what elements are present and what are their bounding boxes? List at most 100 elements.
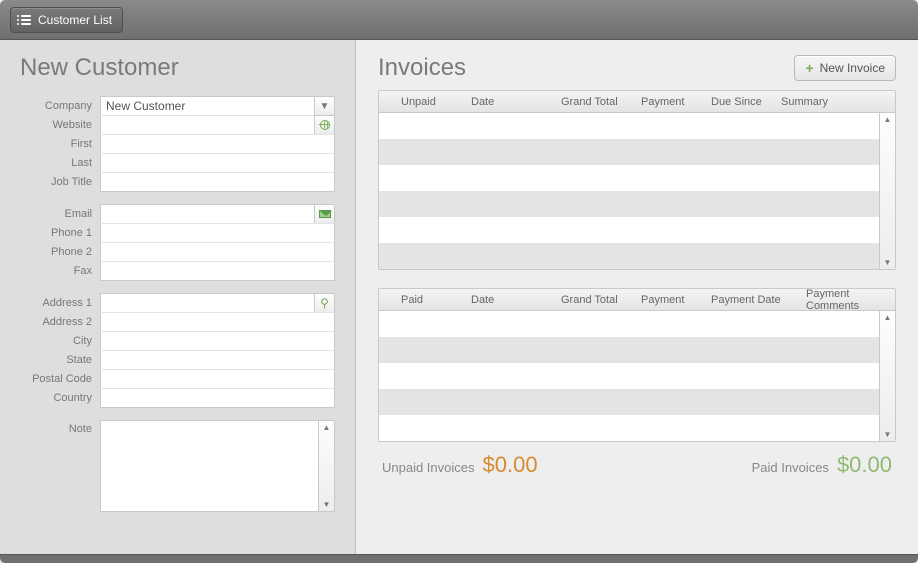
col-paymentdate[interactable]: Payment Date [707,294,802,306]
note-scrollbar[interactable]: ▲ ▼ [319,420,335,512]
table-row[interactable] [379,191,879,217]
postal-input[interactable] [100,369,335,389]
company-label: Company [20,100,100,112]
col-duesince[interactable]: Due Since [707,96,777,108]
paid-table-body: ▲ ▼ [379,311,895,441]
col-paymentcomments[interactable]: Payment Comments [802,288,895,312]
list-icon [21,15,31,25]
phone1-input[interactable] [100,223,335,243]
note-group: Note ▲ ▼ [20,420,335,512]
paid-total-label: Paid Invoices [752,460,829,475]
unpaid-total-label: Unpaid Invoices [382,460,475,475]
website-label: Website [20,119,100,131]
plus-icon: + [805,61,813,75]
chevron-down-icon: ▼ [320,101,330,112]
unpaid-table-header: Unpaid Date Grand Total Payment Due Sinc… [379,91,895,113]
scroll-up-icon[interactable]: ▲ [323,423,331,432]
invoices-title: Invoices [378,54,466,82]
new-invoice-button[interactable]: + New Invoice [794,55,896,81]
table-row[interactable] [379,139,879,165]
contact-group: Email Phone 1 Phone 2 Fax [20,204,335,281]
country-input[interactable] [100,388,335,408]
globe-icon [320,120,330,130]
address2-label: Address 2 [20,316,100,328]
col-grandtotal-paid[interactable]: Grand Total [557,294,637,306]
paid-table: Paid Date Grand Total Payment Payment Da… [378,288,896,442]
customer-list-button[interactable]: Customer List [10,7,123,33]
unpaid-rows[interactable] [379,113,879,269]
scroll-up-icon[interactable]: ▲ [884,115,892,124]
company-input[interactable] [100,96,315,116]
address1-input[interactable] [100,293,315,313]
email-send-button[interactable] [315,204,335,224]
website-input[interactable] [100,115,315,135]
paid-scrollbar[interactable]: ▲ ▼ [879,311,895,441]
address1-label: Address 1 [20,297,100,309]
paid-table-header: Paid Date Grand Total Payment Payment Da… [379,289,895,311]
phone1-label: Phone 1 [20,227,100,239]
top-toolbar: Customer List [0,0,918,40]
company-dropdown-button[interactable]: ▼ [315,96,335,116]
paid-rows[interactable] [379,311,879,441]
table-row[interactable] [379,113,879,139]
city-input[interactable] [100,331,335,351]
last-label: Last [20,157,100,169]
first-label: First [20,138,100,150]
col-unpaid[interactable]: Unpaid [397,96,467,108]
invoices-pane: Invoices + New Invoice Unpaid Date Grand… [356,40,918,554]
customer-form-title: New Customer [20,54,335,82]
city-label: City [20,335,100,347]
state-input[interactable] [100,350,335,370]
table-row[interactable] [379,337,879,363]
unpaid-table-body: ▲ ▼ [379,113,895,269]
scroll-down-icon[interactable]: ▼ [884,258,892,267]
col-summary[interactable]: Summary [777,96,895,108]
last-input[interactable] [100,153,335,173]
table-row[interactable] [379,217,879,243]
table-row[interactable] [379,389,879,415]
unpaid-total: Unpaid Invoices $0.00 [382,452,538,478]
col-payment-paid[interactable]: Payment [637,294,707,306]
table-row[interactable] [379,311,879,337]
table-row[interactable] [379,415,879,441]
main-body: New Customer Company ▼ Website [0,40,918,554]
email-label: Email [20,208,100,220]
country-label: Country [20,392,100,404]
col-payment[interactable]: Payment [637,96,707,108]
col-grandtotal[interactable]: Grand Total [557,96,637,108]
unpaid-total-amount: $0.00 [483,452,538,478]
col-date[interactable]: Date [467,96,557,108]
phone2-input[interactable] [100,242,335,262]
identity-group: Company ▼ Website First [20,96,335,192]
note-label: Note [20,420,100,512]
scroll-down-icon[interactable]: ▼ [884,430,892,439]
scroll-down-icon[interactable]: ▼ [323,500,331,509]
totals-row: Unpaid Invoices $0.00 Paid Invoices $0.0… [378,452,896,478]
mail-icon [319,210,331,218]
footer-bar [0,554,918,563]
customer-form-pane: New Customer Company ▼ Website [0,40,356,554]
paid-total-amount: $0.00 [837,452,892,478]
postal-label: Postal Code [20,373,100,385]
col-date-paid[interactable]: Date [467,294,557,306]
first-input[interactable] [100,134,335,154]
table-row[interactable] [379,243,879,269]
state-label: State [20,354,100,366]
map-pin-icon: ⚲ [320,296,329,310]
jobtitle-label: Job Title [20,176,100,188]
table-row[interactable] [379,363,879,389]
phone2-label: Phone 2 [20,246,100,258]
paid-total: Paid Invoices $0.00 [752,452,892,478]
note-textarea[interactable] [100,420,319,512]
table-row[interactable] [379,165,879,191]
address2-input[interactable] [100,312,335,332]
scroll-up-icon[interactable]: ▲ [884,313,892,322]
fax-input[interactable] [100,261,335,281]
address-map-button[interactable]: ⚲ [315,293,335,313]
app-window: Customer List New Customer Company ▼ Web… [0,0,918,563]
unpaid-scrollbar[interactable]: ▲ ▼ [879,113,895,269]
jobtitle-input[interactable] [100,172,335,192]
col-paid[interactable]: Paid [397,294,467,306]
email-input[interactable] [100,204,315,224]
website-open-button[interactable] [315,115,335,135]
